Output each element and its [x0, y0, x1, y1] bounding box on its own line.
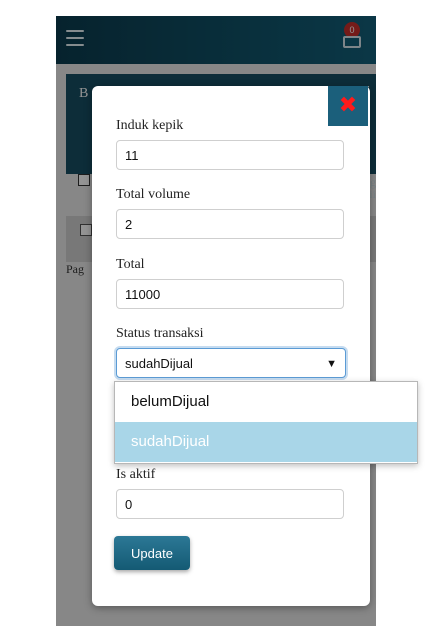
total-input[interactable]: 11000	[116, 279, 344, 309]
chevron-down-icon: ▼	[326, 358, 337, 370]
total-volume-label: Total volume	[116, 187, 191, 202]
induk-kepik-label: Induk kepik	[116, 118, 184, 133]
status-transaksi-label: Status transaksi	[116, 326, 204, 341]
status-transaksi-select[interactable]: sudahDijual ▼	[116, 348, 346, 378]
total-label: Total	[116, 257, 145, 272]
status-dropdown-list: belumDijual sudahDijual	[114, 381, 418, 464]
induk-kepik-input[interactable]: 11	[116, 140, 344, 170]
update-button[interactable]: Update	[114, 536, 190, 570]
status-selected-value: sudahDijual	[125, 356, 193, 371]
dropdown-option-belum-dijual[interactable]: belumDijual	[115, 382, 417, 422]
is-aktif-input[interactable]: 0	[116, 489, 344, 519]
edit-modal: ✖ Induk kepik 11 Total volume 2 Total 11…	[92, 86, 370, 606]
close-x-icon: ✖	[338, 93, 358, 118]
close-button[interactable]: ✖	[328, 86, 368, 126]
dropdown-option-sudah-dijual[interactable]: sudahDijual	[115, 422, 417, 462]
is-aktif-label: Is aktif	[116, 467, 156, 482]
total-volume-input[interactable]: 2	[116, 209, 344, 239]
